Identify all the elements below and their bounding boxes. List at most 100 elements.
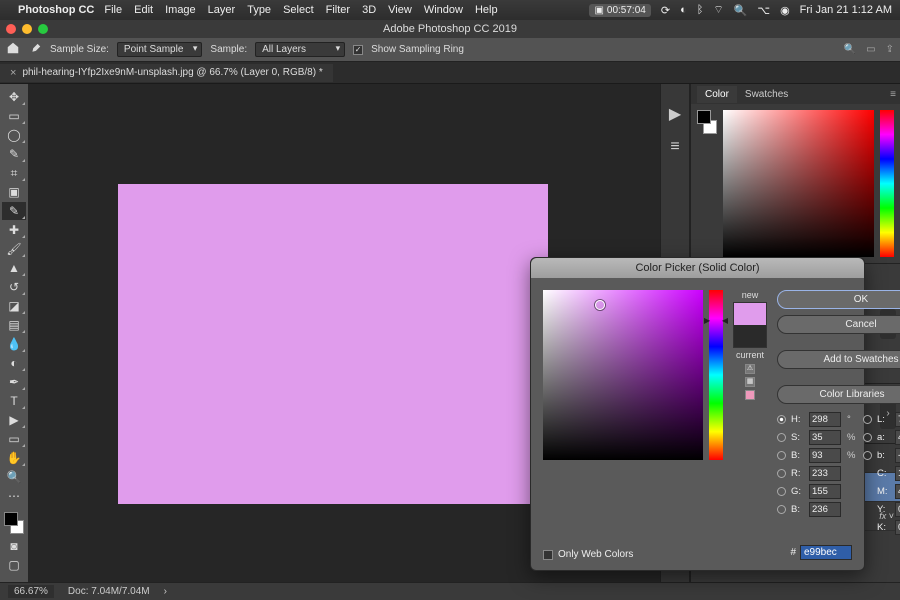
menu-extra-sync-icon[interactable]: ⟳	[661, 4, 670, 17]
search-icon[interactable]: 🔍	[844, 44, 856, 55]
tool-clone[interactable]: ▲	[2, 259, 26, 277]
menu-filter[interactable]: Filter	[326, 4, 350, 16]
picker-hue-strip[interactable]: ▶◀	[709, 290, 723, 460]
show-ring-checkbox[interactable]	[353, 45, 363, 55]
hex-input[interactable]	[800, 545, 852, 560]
close-tab-icon[interactable]: ×	[10, 67, 16, 79]
tool-brush[interactable]: 🖌	[2, 240, 26, 258]
tool-quick-mask[interactable]: ◙	[2, 537, 26, 555]
radio-r[interactable]	[777, 469, 786, 478]
input-b[interactable]	[809, 448, 841, 463]
tool-path-select[interactable]: ▶	[2, 411, 26, 429]
tool-healing[interactable]: ✚	[2, 221, 26, 239]
input-bb[interactable]	[895, 448, 900, 463]
tool-eyedropper[interactable]: ✎	[2, 202, 26, 220]
eyedropper-tool-icon[interactable]	[28, 43, 42, 57]
menu-view[interactable]: View	[388, 4, 412, 16]
websafe-warning-icon[interactable]: ▦	[745, 377, 755, 387]
radio-b2[interactable]	[777, 505, 786, 514]
gamut-warning-icon[interactable]: ⚠	[745, 364, 755, 374]
panel-play-icon[interactable]: ▶	[669, 104, 681, 124]
hue-slider-handle[interactable]: ▶◀	[704, 316, 728, 325]
share-icon[interactable]: ⇪	[886, 44, 894, 55]
tool-move[interactable]: ✥	[2, 88, 26, 106]
radio-g[interactable]	[777, 487, 786, 496]
tool-type[interactable]: T	[2, 392, 26, 410]
tool-frame[interactable]: ▣	[2, 183, 26, 201]
picker-saturation-box[interactable]	[543, 290, 703, 460]
tool-edit-toolbar[interactable]: ⋯	[2, 487, 26, 505]
tool-zoom[interactable]: 🔍	[2, 468, 26, 486]
tool-pen[interactable]: ✒	[2, 373, 26, 391]
sample-size-dropdown[interactable]: Point Sample	[117, 42, 202, 57]
radio-b[interactable]	[777, 451, 786, 460]
status-zoom[interactable]: 66.67%	[8, 585, 54, 598]
menu-window[interactable]: Window	[424, 4, 463, 16]
tool-quick-select[interactable]: ✎	[2, 145, 26, 163]
cancel-button[interactable]: Cancel	[777, 315, 900, 334]
menu-extra-recorder[interactable]: ▣00:57:04	[589, 4, 650, 17]
mac-app-name[interactable]: Photoshop CC	[18, 4, 94, 16]
menu-edit[interactable]: Edit	[134, 4, 153, 16]
window-close-button[interactable]	[6, 24, 16, 34]
radio-bb[interactable]	[863, 451, 872, 460]
panel-menu-icon[interactable]: ≡	[890, 89, 896, 100]
ok-button[interactable]: OK	[777, 290, 900, 309]
document-tab[interactable]: × phil-hearing-IYfp2Ixe9nM-unsplash.jpg …	[0, 64, 333, 82]
color-libraries-button[interactable]: Color Libraries	[777, 385, 900, 404]
tool-crop[interactable]: ⌗	[2, 164, 26, 182]
tool-history-brush[interactable]: ↺	[2, 278, 26, 296]
window-minimize-button[interactable]	[22, 24, 32, 34]
menu-type[interactable]: Type	[247, 4, 271, 16]
color-panel-fgbg[interactable]	[697, 110, 717, 134]
nearest-color-swatch[interactable]	[745, 390, 755, 400]
menu-extra-display-icon[interactable]: ◐	[680, 4, 687, 16]
only-web-colors-checkbox[interactable]	[543, 550, 553, 560]
menu-layer[interactable]: Layer	[208, 4, 236, 16]
window-zoom-button[interactable]	[38, 24, 48, 34]
current-color-swatch[interactable]	[734, 325, 766, 347]
tool-hand[interactable]: ✋	[2, 449, 26, 467]
input-k[interactable]	[895, 520, 900, 535]
menu-image[interactable]: Image	[165, 4, 196, 16]
add-to-swatches-button[interactable]: Add to Swatches	[777, 350, 900, 369]
menu-extra-control-center-icon[interactable]: ⌥	[757, 4, 770, 17]
input-b2[interactable]	[809, 502, 841, 517]
input-a[interactable]	[895, 430, 900, 445]
tool-screen-mode[interactable]: ▢	[2, 556, 26, 574]
input-y[interactable]	[895, 502, 900, 517]
tool-gradient[interactable]: ▤	[2, 316, 26, 334]
tool-dodge[interactable]: ◐	[2, 354, 26, 372]
menu-extra-search-icon[interactable]: 🔍	[734, 4, 748, 17]
radio-h[interactable]	[777, 415, 786, 424]
tool-lasso[interactable]: ◯	[2, 126, 26, 144]
input-m[interactable]	[895, 484, 900, 499]
menu-extra-bluetooth-icon[interactable]: ᛒ	[697, 4, 704, 16]
tool-marquee[interactable]: ▭	[2, 107, 26, 125]
menu-extra-siri-icon[interactable]: ◉	[780, 4, 790, 17]
menu-help[interactable]: Help	[475, 4, 498, 16]
color-panel-hue-strip[interactable]	[880, 110, 894, 257]
input-r[interactable]	[809, 466, 841, 481]
input-s[interactable]	[809, 430, 841, 445]
sample-dropdown[interactable]: All Layers	[255, 42, 345, 57]
menu-select[interactable]: Select	[283, 4, 314, 16]
input-h[interactable]	[809, 412, 841, 427]
workspace-icon[interactable]: ▭	[866, 44, 875, 55]
fg-bg-color[interactable]	[2, 510, 26, 536]
tab-swatches[interactable]: Swatches	[737, 86, 796, 103]
menu-3d[interactable]: 3D	[362, 4, 376, 16]
panel-history-icon[interactable]: ≡	[670, 138, 679, 156]
status-chevron-icon[interactable]: ›	[164, 586, 167, 597]
picker-selection-ring[interactable]	[595, 300, 605, 310]
tool-eraser[interactable]: ◪	[2, 297, 26, 315]
input-c[interactable]	[895, 466, 900, 481]
radio-a[interactable]	[863, 433, 872, 442]
mac-clock[interactable]: Fri Jan 21 1:12 AM	[800, 4, 892, 16]
input-g[interactable]	[809, 484, 841, 499]
input-l[interactable]	[895, 412, 900, 427]
home-icon[interactable]	[6, 41, 20, 58]
tool-blur[interactable]: 💧	[2, 335, 26, 353]
radio-s[interactable]	[777, 433, 786, 442]
radio-l[interactable]	[863, 415, 872, 424]
